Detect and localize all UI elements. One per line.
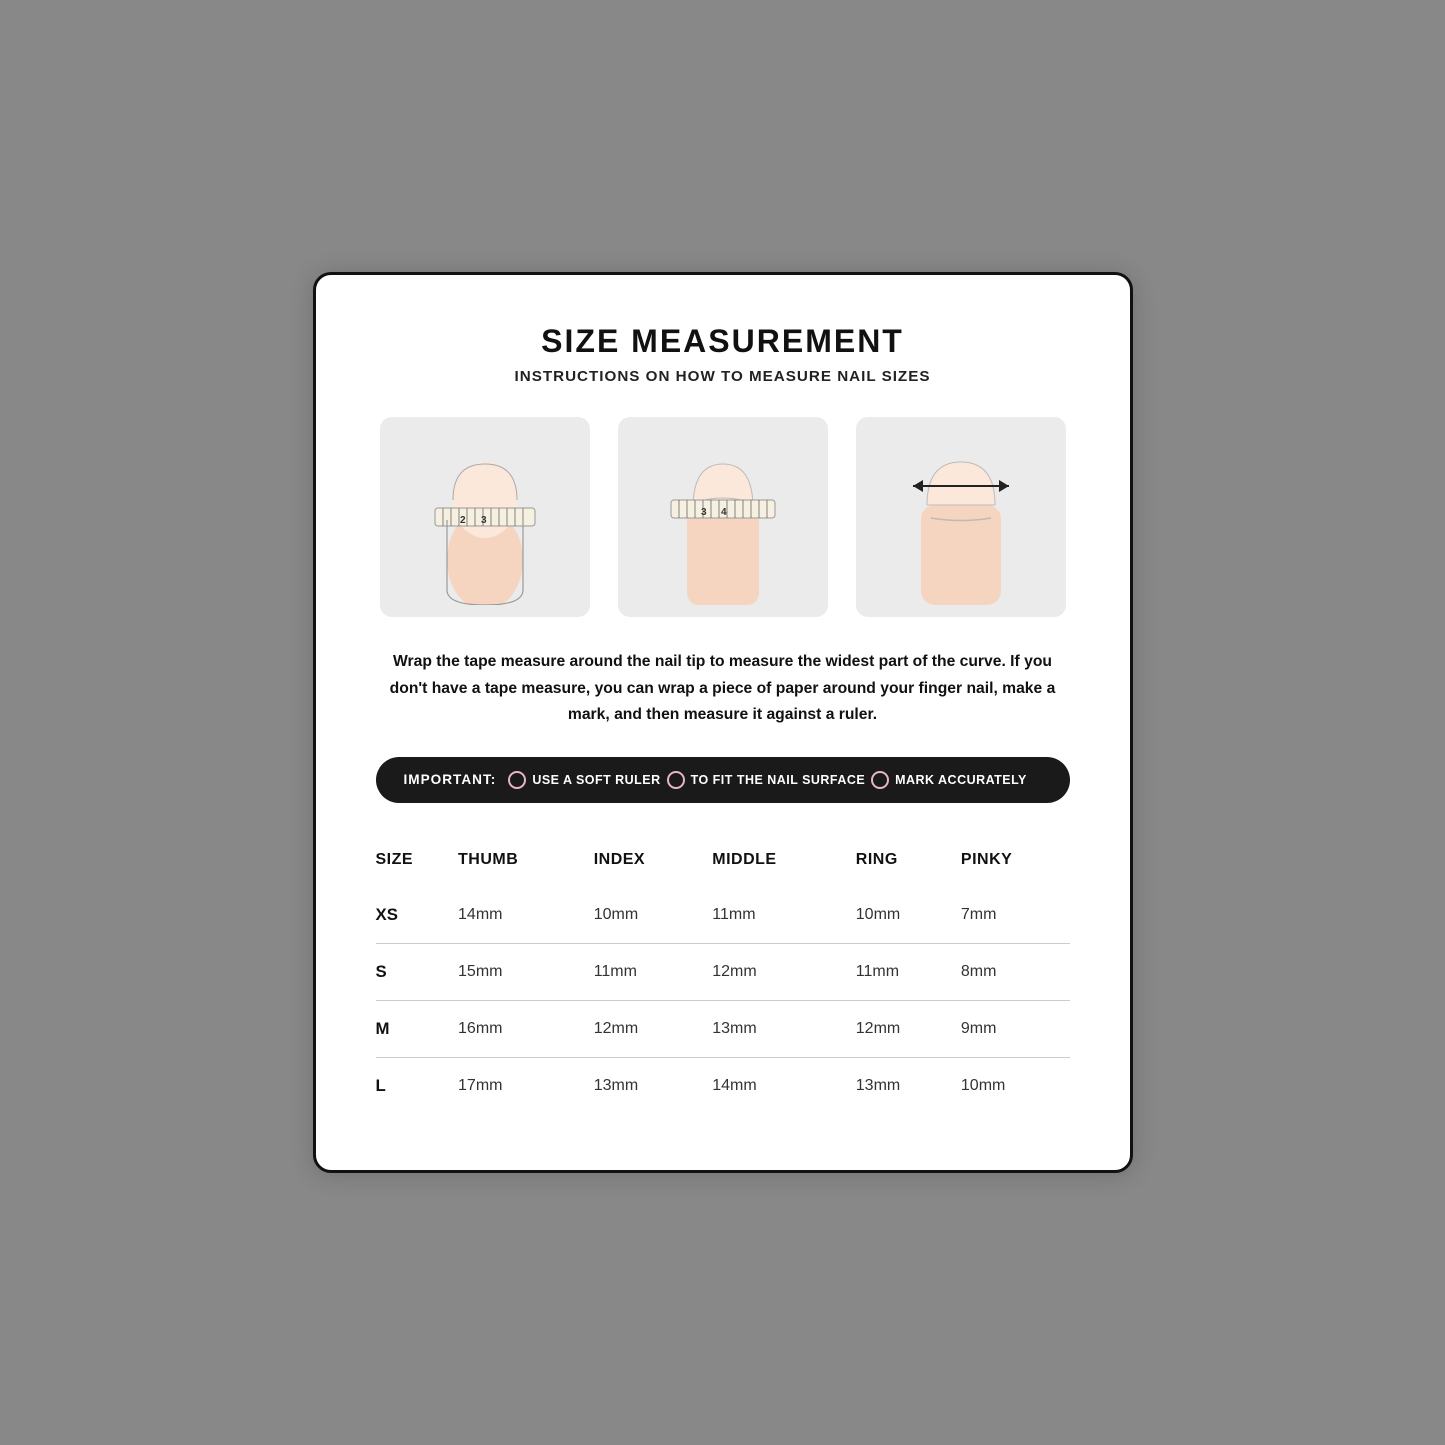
table-header-row: SIZE THUMB INDEX MIDDLE RING PINKY (376, 839, 1070, 887)
svg-text:3: 3 (701, 507, 707, 518)
page-title: SIZE MEASUREMENT (376, 323, 1070, 360)
important-item-2: TO FIT THE NAIL SURFACE (667, 771, 866, 789)
important-label: IMPORTANT: (404, 772, 497, 787)
important-item-3: MARK ACCURATELY (871, 771, 1027, 789)
table-row: XS14mm10mm11mm10mm7mm (376, 887, 1070, 944)
cell-3-5: 10mm (951, 1057, 1070, 1114)
col-size: SIZE (376, 839, 449, 887)
cell-1-2: 11mm (584, 943, 703, 1000)
cell-1-5: 8mm (951, 943, 1070, 1000)
col-pinky: PINKY (951, 839, 1070, 887)
svg-text:3: 3 (481, 515, 487, 526)
important-item-1: USE A SOFT RULER (508, 771, 660, 789)
cell-3-4: 13mm (846, 1057, 951, 1114)
cell-2-5: 9mm (951, 1000, 1070, 1057)
cell-2-4: 12mm (846, 1000, 951, 1057)
cell-3-2: 13mm (584, 1057, 703, 1114)
cell-2-3: 13mm (702, 1000, 846, 1057)
cell-2-0: M (376, 1000, 449, 1057)
cell-1-0: S (376, 943, 449, 1000)
svg-text:2: 2 (460, 515, 466, 526)
table-row: S15mm11mm12mm11mm8mm (376, 943, 1070, 1000)
cell-1-4: 11mm (846, 943, 951, 1000)
cell-2-1: 16mm (448, 1000, 584, 1057)
illustrations-section: 2 3 (376, 417, 1070, 617)
cell-0-4: 10mm (846, 887, 951, 944)
description-text: Wrap the tape measure around the nail ti… (376, 649, 1070, 729)
cell-3-3: 14mm (702, 1057, 846, 1114)
dot-icon-1 (508, 771, 526, 789)
cell-3-1: 17mm (448, 1057, 584, 1114)
col-index: INDEX (584, 839, 703, 887)
cell-1-1: 15mm (448, 943, 584, 1000)
cell-0-1: 14mm (448, 887, 584, 944)
cell-1-3: 12mm (702, 943, 846, 1000)
svg-text:4: 4 (721, 507, 727, 518)
col-middle: MIDDLE (702, 839, 846, 887)
page-subtitle: INSTRUCTIONS ON HOW TO MEASURE NAIL SIZE… (376, 368, 1070, 385)
table-row: L17mm13mm14mm13mm10mm (376, 1057, 1070, 1114)
cell-0-2: 10mm (584, 887, 703, 944)
cell-2-2: 12mm (584, 1000, 703, 1057)
important-bar: IMPORTANT: USE A SOFT RULER TO FIT THE N… (376, 757, 1070, 803)
size-table: SIZE THUMB INDEX MIDDLE RING PINKY XS14m… (376, 839, 1070, 1114)
illustration-wrap: 2 3 (380, 417, 590, 617)
cell-0-0: XS (376, 887, 449, 944)
table-row: M16mm12mm13mm12mm9mm (376, 1000, 1070, 1057)
col-thumb: THUMB (448, 839, 584, 887)
dot-icon-2 (667, 771, 685, 789)
cell-3-0: L (376, 1057, 449, 1114)
size-measurement-card: SIZE MEASUREMENT INSTRUCTIONS ON HOW TO … (313, 272, 1133, 1173)
cell-0-3: 11mm (702, 887, 846, 944)
illustration-width (856, 417, 1066, 617)
dot-icon-3 (871, 771, 889, 789)
cell-0-5: 7mm (951, 887, 1070, 944)
col-ring: RING (846, 839, 951, 887)
illustration-front: 3 4 (618, 417, 828, 617)
